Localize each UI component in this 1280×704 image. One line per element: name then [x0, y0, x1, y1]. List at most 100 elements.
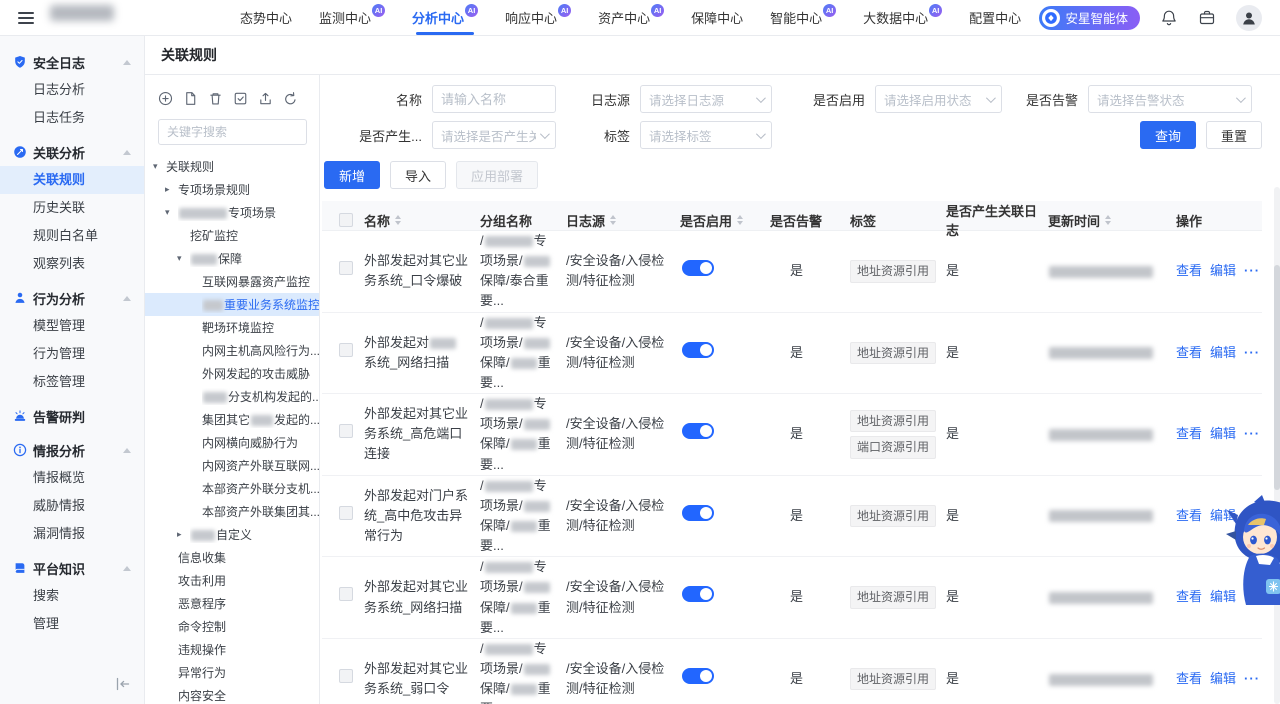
linked-log-filter-select[interactable]: 请选择是否产生关联日志 [432, 121, 556, 149]
tree-node[interactable]: 集团其它发起的... [145, 408, 319, 431]
sidebar-item-威胁情报[interactable]: 威胁情报 [0, 492, 144, 520]
tree-node[interactable]: 违规操作 [145, 638, 319, 661]
select-all-checkbox[interactable] [339, 213, 353, 227]
action-编辑[interactable]: 编辑 [1210, 261, 1236, 281]
sidebar-item-搜索[interactable]: 搜索 [0, 582, 144, 610]
nav-item-监测中心[interactable]: 监测中心AI [319, 0, 385, 35]
tree-node[interactable]: 内容安全 [145, 684, 319, 704]
sidebar-item-情报概览[interactable]: 情报概览 [0, 464, 144, 492]
alert-filter-select[interactable]: 请选择告警状态 [1088, 85, 1252, 113]
enable-toggle[interactable] [682, 260, 714, 276]
delete-icon[interactable] [208, 91, 224, 107]
sort-icon[interactable] [1105, 215, 1111, 225]
tree-node[interactable]: 靶场环境监控 [145, 316, 319, 339]
more-actions-button[interactable]: ··· [1244, 587, 1260, 607]
enable-toggle[interactable] [682, 342, 714, 358]
tree-search-input[interactable] [158, 119, 307, 145]
tree-expand-icon[interactable]: ▾ [153, 161, 166, 172]
sidebar-item-历史关联[interactable]: 历史关联 [0, 194, 144, 222]
add-circle-icon[interactable] [158, 91, 174, 107]
hamburger-menu-icon[interactable] [18, 12, 34, 24]
tree-node[interactable]: 信息收集 [145, 546, 319, 569]
row-checkbox[interactable] [339, 587, 353, 601]
enable-toggle[interactable] [682, 668, 714, 684]
sidebar-item-行为管理[interactable]: 行为管理 [0, 340, 144, 368]
tree-node[interactable]: 命令控制 [145, 615, 319, 638]
tree-node[interactable]: 重要业务系统监控 [145, 293, 319, 316]
more-actions-button[interactable]: ··· [1244, 424, 1260, 444]
tree-node[interactable]: 本部资产外联集团其... [145, 500, 319, 523]
tree-node[interactable]: 恶意程序 [145, 592, 319, 615]
user-avatar[interactable] [1236, 5, 1262, 31]
action-查看[interactable]: 查看 [1176, 587, 1202, 607]
row-checkbox[interactable] [339, 261, 353, 275]
sidebar-item-日志任务[interactable]: 日志任务 [0, 104, 144, 132]
tree-collapse-icon[interactable]: ▸ [177, 529, 190, 540]
enable-toggle[interactable] [682, 586, 714, 602]
tree-node[interactable]: 攻击利用 [145, 569, 319, 592]
tree-node[interactable]: ▾保障 [145, 247, 319, 270]
sidebar-item-标签管理[interactable]: 标签管理 [0, 368, 144, 396]
row-checkbox[interactable] [339, 424, 353, 438]
tree-expand-icon[interactable]: ▾ [177, 253, 190, 264]
sidebar-section-安全日志[interactable]: 安全日志 [0, 48, 144, 76]
sidebar-section-平台知识[interactable]: 平台知识 [0, 554, 144, 582]
more-actions-button[interactable]: ··· [1244, 343, 1260, 363]
undo-icon[interactable] [283, 91, 299, 107]
action-编辑[interactable]: 编辑 [1210, 506, 1236, 526]
action-查看[interactable]: 查看 [1176, 424, 1202, 444]
row-checkbox[interactable] [339, 343, 353, 357]
tree-node[interactable]: 本部资产外联分支机... [145, 477, 319, 500]
toolbox-icon[interactable] [1198, 9, 1216, 27]
sidebar-section-行为分析[interactable]: 行为分析 [0, 284, 144, 312]
enable-toggle[interactable] [682, 423, 714, 439]
tree-node[interactable]: 内网主机高风险行为... [145, 339, 319, 362]
import-button[interactable]: 导入 [390, 161, 446, 189]
more-actions-button[interactable]: ··· [1244, 669, 1260, 689]
new-file-icon[interactable] [183, 91, 199, 107]
ai-assistant-button[interactable]: 安星智能体 [1039, 6, 1140, 30]
tree-node[interactable]: 挖矿监控 [145, 224, 319, 247]
enabled-filter-select[interactable]: 请选择启用状态 [875, 85, 1002, 113]
sidebar-item-管理[interactable]: 管理 [0, 610, 144, 638]
sort-icon[interactable] [737, 215, 743, 225]
sidebar-item-规则白名单[interactable]: 规则白名单 [0, 222, 144, 250]
action-编辑[interactable]: 编辑 [1210, 424, 1236, 444]
nav-item-保障中心[interactable]: 保障中心 [691, 0, 743, 35]
sidebar-item-观察列表[interactable]: 观察列表 [0, 250, 144, 278]
row-checkbox[interactable] [339, 506, 353, 520]
nav-item-分析中心[interactable]: 分析中心AI [412, 0, 478, 35]
sidebar-section-关联分析[interactable]: 关联分析 [0, 138, 144, 166]
tree-node[interactable]: ▾关联规则 [145, 155, 319, 178]
sidebar-section-情报分析[interactable]: 情报分析 [0, 436, 144, 464]
logsource-filter-select[interactable]: 请选择日志源 [640, 85, 772, 113]
tree-node[interactable]: ▸自定义 [145, 523, 319, 546]
deploy-button[interactable]: 应用部署 [456, 161, 538, 189]
notification-bell-icon[interactable] [1160, 9, 1178, 27]
more-actions-button[interactable]: ··· [1244, 261, 1260, 281]
reset-button[interactable]: 重置 [1206, 121, 1262, 149]
name-filter-input[interactable] [432, 85, 556, 113]
scrollbar-thumb[interactable] [1274, 265, 1280, 490]
tree-node[interactable]: 内网资产外联互联网... [145, 454, 319, 477]
query-button[interactable]: 查询 [1140, 121, 1196, 149]
tree-node[interactable]: 内网横向威胁行为 [145, 431, 319, 454]
sidebar-item-关联规则[interactable]: 关联规则 [0, 166, 144, 194]
action-查看[interactable]: 查看 [1176, 669, 1202, 689]
sidebar-item-日志分析[interactable]: 日志分析 [0, 76, 144, 104]
nav-item-智能中心[interactable]: 智能中心AI [770, 0, 836, 35]
sidebar-collapse-icon[interactable] [115, 676, 131, 692]
action-编辑[interactable]: 编辑 [1210, 343, 1236, 363]
action-编辑[interactable]: 编辑 [1210, 669, 1236, 689]
tree-node[interactable]: ▸专项场景规则 [145, 178, 319, 201]
sidebar-section-告警研判[interactable]: 告警研判 [0, 402, 144, 430]
enable-toggle[interactable] [682, 505, 714, 521]
tree-node[interactable]: 异常行为 [145, 661, 319, 684]
sort-icon[interactable] [395, 215, 401, 225]
vertical-scrollbar[interactable] [1274, 187, 1280, 704]
edit-icon[interactable] [233, 91, 249, 107]
nav-item-配置中心[interactable]: 配置中心 [969, 0, 1021, 35]
tree-expand-icon[interactable]: ▾ [165, 207, 178, 218]
row-checkbox[interactable] [339, 669, 353, 683]
export-icon[interactable] [258, 91, 274, 107]
